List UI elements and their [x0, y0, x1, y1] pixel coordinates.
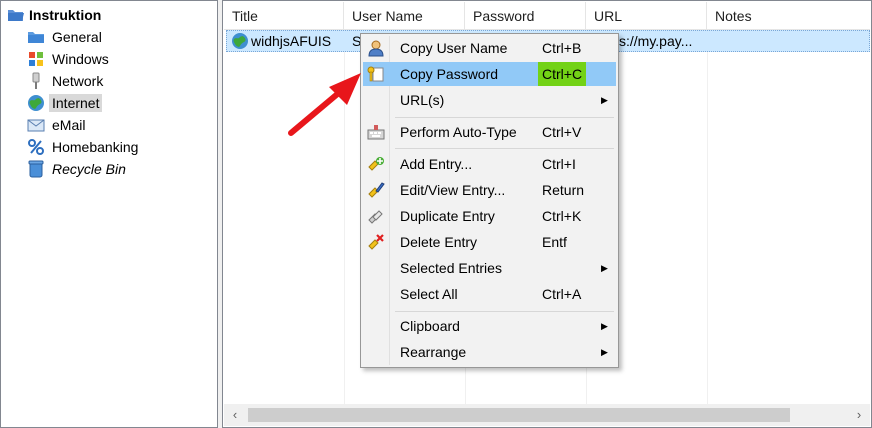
- menu-item-label: Add Entry...: [400, 156, 473, 172]
- menu-item-shortcut: Entf: [542, 234, 567, 250]
- context-menu[interactable]: Copy User Name Ctrl+B Copy Password Ctrl…: [360, 33, 619, 368]
- user-icon: [366, 38, 386, 58]
- scrollbar-thumb[interactable]: [248, 408, 790, 422]
- delete-entry-icon: [366, 232, 386, 252]
- percent-icon: [27, 138, 45, 156]
- tree-item-label: Homebanking: [52, 139, 139, 155]
- row-title: widhjsAFUIS: [251, 33, 332, 49]
- menu-item-label: Delete Entry: [400, 234, 478, 250]
- menu-item-shortcut: Ctrl+B: [542, 40, 582, 56]
- submenu-arrow-icon: ▶: [601, 95, 608, 105]
- column-divider: [707, 31, 708, 405]
- globe-icon: [231, 32, 249, 50]
- menu-item-edit-view-entry[interactable]: Edit/View Entry... Return: [363, 178, 616, 202]
- horizontal-scrollbar[interactable]: ‹ ›: [224, 404, 870, 426]
- menu-item-shortcut: Return: [542, 182, 585, 198]
- menu-item-add-entry[interactable]: Add Entry... Ctrl+I: [363, 152, 616, 176]
- envelope-icon: [27, 116, 45, 134]
- menu-item-select-all[interactable]: Select All Ctrl+A: [363, 282, 616, 306]
- add-entry-icon: [366, 154, 386, 174]
- tree-item-homebanking[interactable]: Homebanking: [27, 136, 141, 158]
- open-folder-icon: [7, 6, 25, 24]
- submenu-arrow-icon: ▶: [601, 263, 608, 273]
- menu-item-copy-password[interactable]: Copy Password Ctrl+C: [363, 62, 616, 86]
- key-icon: [366, 64, 386, 84]
- menu-item-rearrange[interactable]: Rearrange ▶: [363, 340, 616, 364]
- menu-item-label: Duplicate Entry: [400, 208, 495, 224]
- menu-item-copy-user-name[interactable]: Copy User Name Ctrl+B: [363, 36, 616, 60]
- menu-separator: [395, 117, 614, 118]
- tree-item-network[interactable]: Network: [27, 70, 106, 92]
- scroll-left-icon[interactable]: ‹: [224, 404, 246, 426]
- tree-item-windows[interactable]: Windows: [27, 48, 112, 70]
- tree-item-label: General: [52, 29, 102, 45]
- recycle-bin-icon: [27, 160, 45, 178]
- list-header: Title User Name Password URL Notes: [224, 2, 870, 30]
- column-header-user-name[interactable]: User Name: [344, 2, 465, 30]
- submenu-arrow-icon: ▶: [601, 347, 608, 357]
- menu-item-perform-auto-type[interactable]: Perform Auto-Type Ctrl+V: [363, 120, 616, 144]
- tree-root-instruktion[interactable]: Instruktion: [7, 5, 101, 25]
- folder-icon: [27, 28, 45, 46]
- tree-item-email[interactable]: eMail: [27, 114, 88, 136]
- menu-item-clipboard[interactable]: Clipboard ▶: [363, 314, 616, 338]
- menu-item-label: Select All: [400, 286, 458, 302]
- scroll-right-icon[interactable]: ›: [848, 404, 870, 426]
- menu-item-shortcut: Ctrl+C: [538, 62, 587, 86]
- menu-item-delete-entry[interactable]: Delete Entry Entf: [363, 230, 616, 254]
- menu-item-urls[interactable]: URL(s) ▶: [363, 88, 616, 112]
- column-header-notes[interactable]: Notes: [707, 2, 862, 30]
- edit-entry-icon: [366, 180, 386, 200]
- column-header-password[interactable]: Password: [465, 2, 586, 30]
- tree-item-label: Recycle Bin: [52, 161, 126, 177]
- tree-item-recycle-bin[interactable]: Recycle Bin: [27, 158, 129, 180]
- tree-item-general[interactable]: General: [27, 26, 105, 48]
- tree-root-label: Instruktion: [29, 7, 102, 23]
- network-icon: [27, 72, 45, 90]
- group-tree[interactable]: Instruktion General Windows Network Inte…: [0, 0, 218, 428]
- menu-separator: [395, 311, 614, 312]
- menu-item-shortcut: Ctrl+I: [542, 156, 576, 172]
- globe-icon: [27, 94, 45, 112]
- menu-item-label: Selected Entries: [400, 260, 502, 276]
- menu-separator: [395, 148, 614, 149]
- menu-item-selected-entries[interactable]: Selected Entries ▶: [363, 256, 616, 280]
- menu-item-label: Copy Password: [400, 66, 499, 82]
- submenu-arrow-icon: ▶: [601, 321, 608, 331]
- menu-item-shortcut: Ctrl+V: [542, 124, 582, 140]
- menu-item-label: Rearrange: [400, 344, 467, 360]
- tree-item-label: Windows: [52, 51, 109, 67]
- tree-item-label: Internet: [49, 94, 103, 112]
- column-header-url[interactable]: URL: [586, 2, 707, 30]
- menu-item-label: Copy User Name: [400, 40, 508, 56]
- auto-type-icon: [366, 122, 386, 142]
- menu-item-label: Perform Auto-Type: [400, 124, 517, 140]
- menu-item-shortcut: Ctrl+A: [542, 286, 582, 302]
- windows-icon: [27, 50, 45, 68]
- duplicate-entry-icon: [366, 206, 386, 226]
- tree-item-label: Network: [52, 73, 104, 89]
- tree-item-internet[interactable]: Internet: [27, 92, 103, 114]
- menu-item-label: URL(s): [400, 92, 445, 108]
- column-header-title[interactable]: Title: [224, 2, 344, 30]
- menu-item-duplicate-entry[interactable]: Duplicate Entry Ctrl+K: [363, 204, 616, 228]
- row-url: s://my.pay...: [619, 33, 693, 49]
- menu-item-label: Clipboard: [400, 318, 460, 334]
- tree-item-label: eMail: [52, 117, 86, 133]
- menu-item-shortcut: Ctrl+K: [542, 208, 582, 224]
- annotation-arrow-icon: [288, 73, 361, 136]
- menu-item-label: Edit/View Entry...: [400, 182, 506, 198]
